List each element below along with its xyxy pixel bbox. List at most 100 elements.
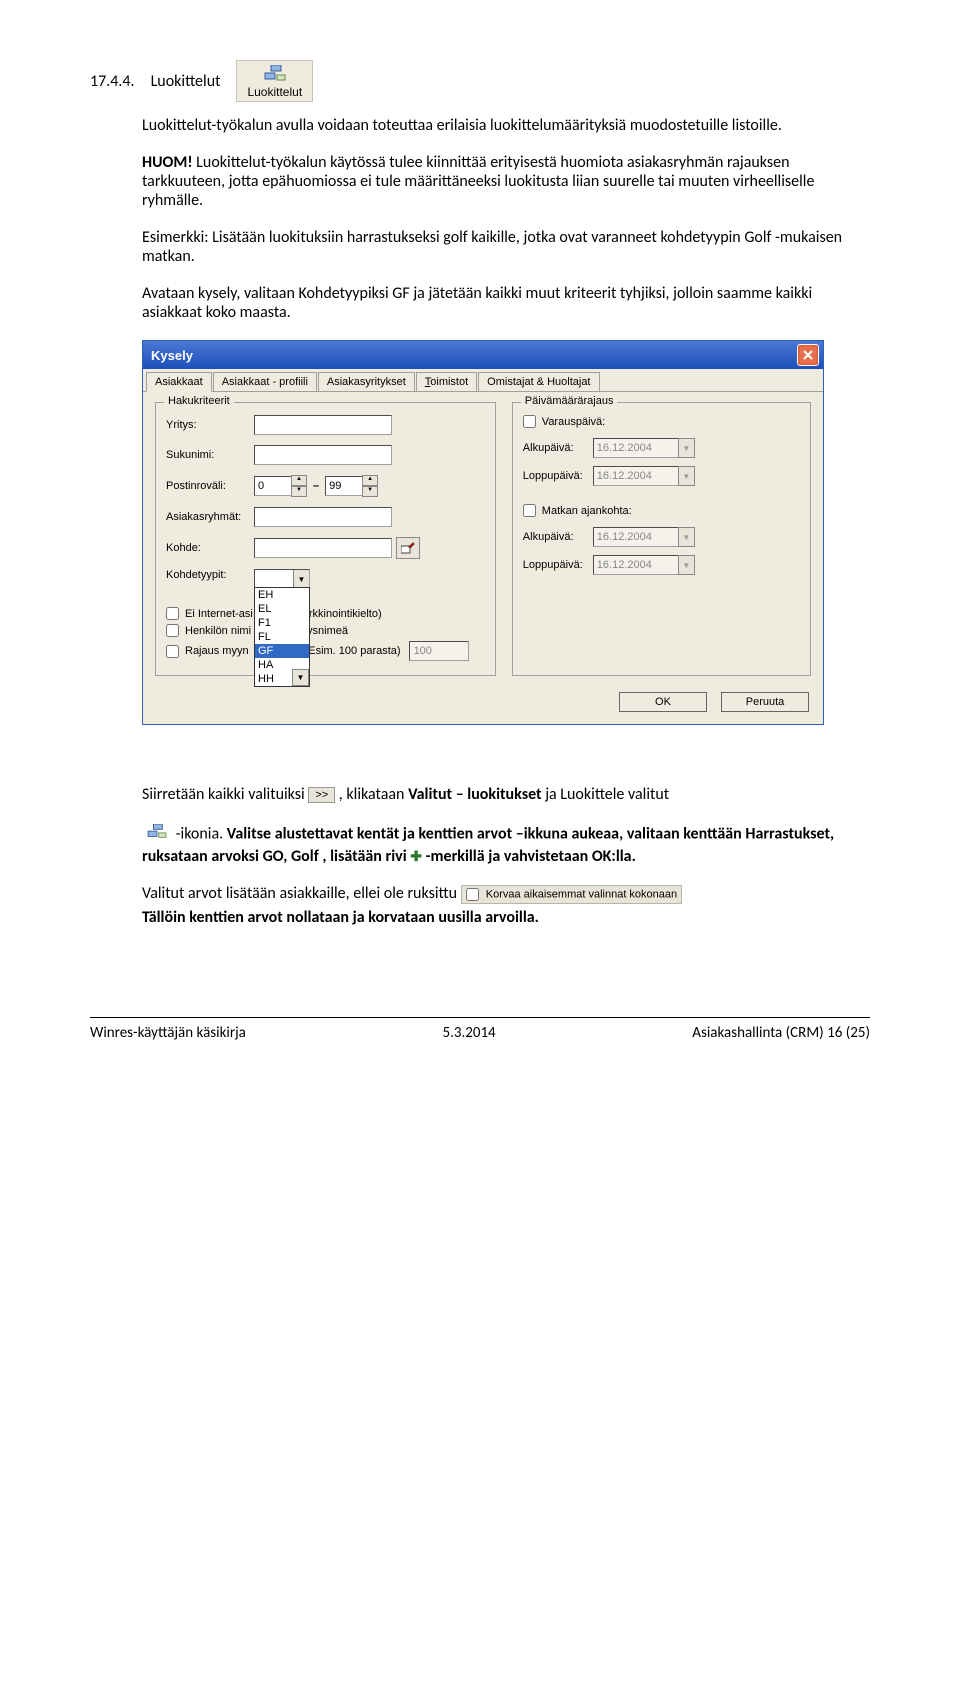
loppupaiva-label-1: Loppupäivä: — [523, 470, 593, 482]
korvaa-checkbox-inline: Korvaa aikaisemmat valinnat kokonaan — [461, 885, 682, 904]
kysely-titlebar: Kysely — [143, 341, 823, 369]
esim-input[interactable] — [409, 641, 469, 661]
korvaa-label: Korvaa aikaisemmat valinnat kokonaan — [486, 888, 677, 900]
paivamaararajaus-fieldset: Päivämäärärajaus Varauspäivä: Alkupäivä:… — [512, 402, 811, 676]
asiakasryhmat-label: Asiakasryhmät: — [166, 511, 254, 523]
kohdetyypit-option[interactable]: EH — [255, 588, 309, 602]
kohdetyypit-value — [255, 570, 293, 588]
p5d: ja Luokittele valitut — [545, 785, 669, 804]
move-all-button-inline: >> — [308, 787, 335, 803]
chevron-up-icon[interactable]: ▲ — [362, 475, 378, 486]
peruuta-button[interactable]: Peruuta — [721, 692, 809, 712]
varauspaiva-checkbox[interactable] — [523, 415, 536, 428]
plus-icon: ✚ — [410, 850, 422, 864]
cb1-suffix: rkkinointikielto) — [309, 608, 382, 620]
alkupaiva-input-1[interactable] — [593, 438, 679, 458]
paragraph-8: Tällöin kenttien arvot nollataan ja korv… — [142, 908, 870, 927]
chevron-down-icon[interactable]: ▼ — [362, 486, 378, 497]
kohdetyypit-list[interactable]: EH EL F1 FL GF HA HH ▼ — [254, 587, 310, 687]
p7a: Valitut arvot lisätään asiakkaille, elle… — [142, 884, 461, 903]
cb3-suffix: (Esim. 100 parasta) — [305, 645, 401, 657]
varauspaiva-label: Varauspäivä: — [542, 416, 605, 428]
korvaa-checkbox[interactable] — [466, 888, 479, 901]
matkan-ajankohta-checkbox[interactable] — [523, 504, 536, 517]
henkilon-nimi-checkbox[interactable] — [166, 624, 179, 637]
close-icon — [803, 350, 813, 360]
kohdetyypit-option[interactable]: EL — [255, 602, 309, 616]
rajaus-myyn-checkbox[interactable] — [166, 645, 179, 658]
postinrovali-label: Postinroväli: — [166, 480, 254, 492]
post-to-input[interactable] — [325, 476, 363, 496]
kohdetyypit-label: Kohdetyypit: — [166, 569, 254, 581]
rajaus-myyn-label: Rajaus myyn — [185, 645, 249, 657]
dash: – — [307, 480, 325, 492]
sukunimi-label: Sukunimi: — [166, 449, 254, 461]
p6c: -merkillä ja vahvistetaan OK:lla. — [426, 847, 636, 866]
page-footer: Winres-käyttäjän käsikirja 5.3.2014 Asia… — [90, 1017, 870, 1042]
chevron-up-icon[interactable]: ▲ — [291, 475, 307, 486]
asiakasryhmat-input[interactable] — [254, 507, 392, 527]
loppupaiva-input-2[interactable] — [593, 555, 679, 575]
kohde-label: Kohde: — [166, 542, 254, 554]
kysely-title: Kysely — [151, 348, 193, 363]
footer-left: Winres-käyttäjän käsikirja — [90, 1024, 246, 1042]
loppupaiva-input-1[interactable] — [593, 466, 679, 486]
paragraph-1: Luokittelut-työkalun avulla voidaan tote… — [142, 116, 870, 135]
kohdetyypit-option[interactable]: FL — [255, 630, 309, 644]
post-from-spinner[interactable]: ▲ ▼ — [291, 475, 307, 497]
kohdetyypit-dropdown[interactable]: ▼ EH EL F1 FL GF HA HH ▼ — [254, 569, 310, 589]
kohde-browse-button[interactable] — [396, 537, 420, 559]
kysely-buttons: OK Peruuta — [143, 684, 823, 724]
hakukriteerit-legend: Hakukriteerit — [164, 395, 234, 407]
post-from-input[interactable] — [254, 476, 292, 496]
paragraph-5: Siirretään kaikki valituiksi >> , klikat… — [142, 785, 870, 804]
close-button[interactable] — [797, 344, 819, 366]
alkupaiva-input-2[interactable] — [593, 527, 679, 547]
footer-right: Asiakashallinta (CRM) 16 (25) — [692, 1024, 870, 1042]
categorize-icon — [263, 65, 287, 83]
henkilon-nimi-label: Henkilön nimi — [185, 625, 251, 637]
tab-toimistot[interactable]: Toimistot — [416, 372, 477, 391]
tab-asiakkaat-profiili[interactable]: Asiakkaat - profiili — [213, 372, 317, 391]
kohdetyypit-option[interactable]: F1 — [255, 616, 309, 630]
chevron-down-icon[interactable]: ▼ — [678, 466, 695, 486]
tab-asiakkaat[interactable]: Asiakkaat — [146, 372, 212, 392]
chevron-down-icon[interactable]: ▼ — [292, 669, 309, 686]
luokittelut-toolbar-button[interactable]: Luokittelut — [236, 60, 313, 102]
section-heading: 17.4.4. Luokittelut Luokittelut — [90, 60, 870, 102]
p5b: , klikataan — [339, 785, 408, 804]
paragraph-3: Esimerkki: Lisätään luokituksiin harrast… — [142, 228, 870, 266]
sukunimi-input[interactable] — [254, 445, 392, 465]
kohdetyypit-option-selected[interactable]: GF — [255, 644, 309, 658]
section-title: Luokittelut — [151, 72, 221, 91]
ei-internet-checkbox[interactable] — [166, 607, 179, 620]
kohde-input[interactable] — [254, 538, 392, 558]
huom-label: HUOM! — [142, 153, 193, 172]
browse-icon — [401, 542, 415, 554]
chevron-down-icon[interactable]: ▼ — [678, 438, 695, 458]
yritys-label: Yritys: — [166, 419, 254, 431]
paivamaararajaus-legend: Päivämäärärajaus — [521, 395, 618, 407]
p5c: Valitut – luokitukset — [408, 785, 542, 804]
chevron-down-icon[interactable]: ▼ — [678, 555, 695, 575]
alkupaiva-label-2: Alkupäivä: — [523, 531, 593, 543]
categorize-icon — [146, 824, 168, 840]
paragraph-6: -ikonia. Valitse alustettavat kentät ja … — [142, 822, 870, 866]
yritys-input[interactable] — [254, 415, 392, 435]
alkupaiva-label-1: Alkupäivä: — [523, 442, 593, 454]
chevron-down-icon[interactable]: ▼ — [291, 486, 307, 497]
paragraph-2: HUOM! Luokittelut-työkalun käytössä tule… — [142, 153, 870, 210]
chevron-down-icon[interactable]: ▼ — [293, 570, 309, 588]
luokittelut-icon-label: Luokittelut — [247, 85, 302, 99]
kysely-tabs: Asiakkaat Asiakkaat - profiili Asiakasyr… — [143, 369, 823, 392]
chevron-down-icon[interactable]: ▼ — [678, 527, 695, 547]
paragraph-7: Valitut arvot lisätään asiakkaille, elle… — [142, 884, 870, 904]
tab-omistajat-huoltajat[interactable]: Omistajat & Huoltajat — [478, 372, 599, 391]
categorize-icon-inline — [142, 822, 172, 847]
ok-button[interactable]: OK — [619, 692, 707, 712]
tab-asiakasyritykset[interactable]: Asiakasyritykset — [318, 372, 415, 391]
hakukriteerit-fieldset: Hakukriteerit Yritys: Sukunimi: Postinro… — [155, 402, 496, 676]
loppupaiva-label-2: Loppupäivä: — [523, 559, 593, 571]
paragraph-2-body: Luokittelut-työkalun käytössä tulee kiin… — [142, 153, 814, 210]
post-to-spinner[interactable]: ▲ ▼ — [362, 475, 378, 497]
